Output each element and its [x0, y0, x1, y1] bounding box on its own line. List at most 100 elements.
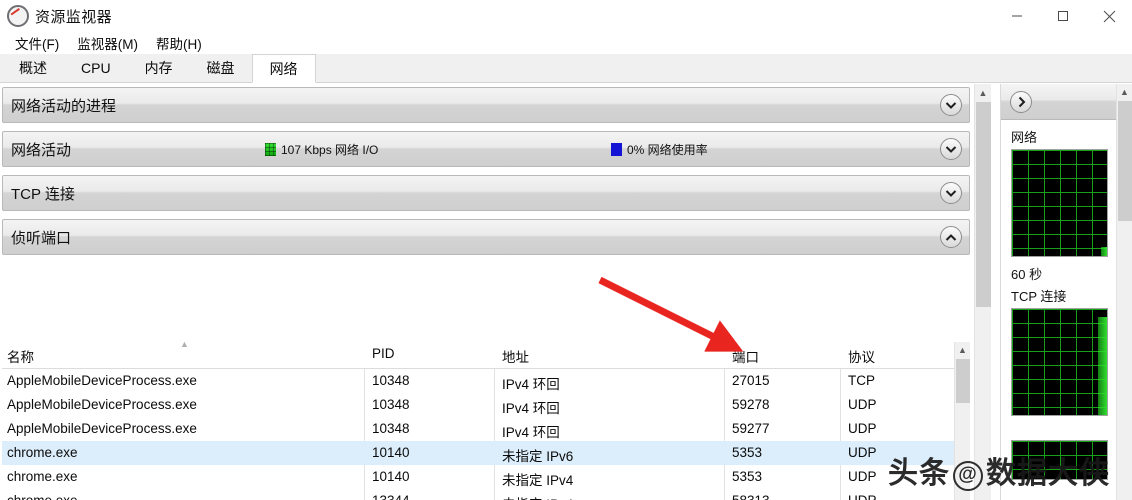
table-row[interactable]: chrome.exe 10140 未指定 IPv6 5353 UDP	[2, 441, 970, 465]
cell-name: chrome.exe	[7, 469, 78, 484]
table-row[interactable]: AppleMobileDeviceProcess.exe 10348 IPv4 …	[2, 417, 970, 441]
watermark-at-icon: @	[953, 461, 983, 491]
table-row[interactable]: chrome.exe 10140 未指定 IPv4 5353 UDP	[2, 465, 970, 489]
minimize-button[interactable]	[994, 0, 1040, 32]
cell-port: 5353	[732, 469, 763, 484]
content-vertical-scrollbar[interactable]: ▲	[974, 84, 991, 500]
section-title: 侦听端口	[11, 229, 72, 247]
network-graph	[1011, 149, 1108, 257]
cell-pid: 10348	[372, 373, 410, 388]
graph-plot-area	[1101, 247, 1107, 256]
cell-address: 未指定 IPv6	[502, 449, 574, 464]
section-tcp-connections[interactable]: TCP 连接	[2, 175, 970, 211]
column-header-name[interactable]: 名称	[7, 346, 34, 366]
cell-address: 未指定 IPv4	[502, 473, 574, 488]
chevron-down-icon[interactable]	[940, 138, 962, 160]
cell-protocol: UDP	[848, 445, 877, 460]
legend-network-io-label: 107 Kbps 网络 I/O	[281, 142, 379, 157]
legend-network-io: 107 Kbps 网络 I/O	[265, 141, 378, 158]
cell-address: 未指定 IPv4	[502, 493, 573, 500]
scrollbar-thumb[interactable]	[1118, 101, 1132, 221]
cell-protocol: UDP	[848, 469, 877, 484]
chevron-down-icon[interactable]	[940, 94, 962, 116]
graph-axis-label-60s: 60 秒	[1011, 267, 1043, 282]
scrollbar-thumb[interactable]	[956, 359, 970, 403]
cell-protocol: UDP	[848, 493, 877, 500]
tcp-connections-graph	[1011, 308, 1108, 416]
cell-name: AppleMobileDeviceProcess.exe	[7, 421, 197, 436]
table-row[interactable]: chrome.exe 13344 未指定 IPv4 58313 UDP	[2, 489, 970, 500]
column-header-address[interactable]: 地址	[502, 346, 529, 366]
section-network-activity[interactable]: 网络活动 107 Kbps 网络 I/O 0% 网络使用率	[2, 131, 970, 167]
tab-memory[interactable]: 内存	[128, 54, 190, 82]
cell-name: chrome.exe	[7, 493, 78, 500]
section-processes-with-network-activity[interactable]: 网络活动的进程	[2, 87, 970, 123]
sidebar-vertical-scrollbar[interactable]: ▲	[1116, 84, 1132, 500]
cell-name: AppleMobileDeviceProcess.exe	[7, 373, 197, 388]
menu-file[interactable]: 文件(F)	[6, 33, 68, 53]
scroll-up-icon[interactable]: ▲	[975, 84, 991, 101]
column-header-port[interactable]: 端口	[732, 346, 759, 366]
blue-swatch-icon	[611, 142, 622, 156]
cell-port: 59277	[732, 421, 770, 436]
table-header-row: ▲ 名称 PID 地址 端口 协议	[2, 342, 970, 369]
watermark-prefix: 头条	[888, 457, 950, 490]
tab-strip: 概述 CPU 内存 磁盘 网络	[0, 54, 1132, 83]
maximize-button[interactable]	[1040, 0, 1086, 32]
watermark: 头条 @ 数据大侠	[888, 448, 1110, 492]
watermark-suffix: 数据大侠	[986, 457, 1110, 490]
scroll-up-icon[interactable]: ▲	[955, 342, 970, 358]
cell-pid: 10348	[372, 397, 410, 412]
column-header-pid[interactable]: PID	[372, 346, 395, 361]
legend-network-utilization: 0% 网络使用率	[611, 141, 708, 158]
cell-pid: 10348	[372, 421, 410, 436]
section-listening-ports[interactable]: 侦听端口	[2, 219, 970, 255]
section-title: TCP 连接	[11, 185, 75, 203]
graph-grid-horizontal	[1012, 309, 1107, 415]
cell-address: IPv4 环回	[502, 377, 560, 392]
cell-address: IPv4 环回	[502, 425, 560, 440]
chevron-up-icon[interactable]	[940, 226, 962, 248]
chevron-down-icon[interactable]	[940, 182, 962, 204]
menu-monitor[interactable]: 监视器(M)	[68, 33, 147, 53]
window-controls	[994, 0, 1132, 32]
listening-ports-table: ▲ 名称 PID 地址 端口 协议 AppleMobileDeviceProce…	[2, 342, 970, 500]
graph-label-network: 网络	[1011, 130, 1038, 145]
green-swatch-icon	[265, 142, 276, 156]
cell-port: 27015	[732, 373, 770, 388]
cell-pid: 10140	[372, 445, 410, 460]
window-titlebar: 资源监视器	[0, 0, 1132, 32]
graph-grid-horizontal	[1012, 150, 1107, 256]
gauge-icon	[7, 5, 29, 27]
tab-network[interactable]: 网络	[251, 54, 316, 83]
tab-overview[interactable]: 概述	[2, 54, 64, 82]
cell-name: AppleMobileDeviceProcess.exe	[7, 397, 197, 412]
menu-help[interactable]: 帮助(H)	[147, 33, 211, 53]
graphs-sidebar: 网络 60 秒 TCP 连接	[1000, 84, 1117, 500]
scrollbar-thumb[interactable]	[976, 102, 991, 307]
cell-port: 59278	[732, 397, 770, 412]
graph-plot-area	[1098, 317, 1107, 415]
cell-address: IPv4 环回	[502, 401, 560, 416]
cell-port: 5353	[732, 445, 763, 460]
cell-name: chrome.exe	[7, 445, 78, 460]
cell-pid: 10140	[372, 469, 410, 484]
close-button[interactable]	[1086, 0, 1132, 32]
window-title: 资源监视器	[35, 8, 113, 26]
table-row[interactable]: AppleMobileDeviceProcess.exe 10348 IPv4 …	[2, 393, 970, 417]
table-row[interactable]: AppleMobileDeviceProcess.exe 10348 IPv4 …	[2, 369, 970, 393]
menubar: 文件(F) 监视器(M) 帮助(H)	[0, 32, 1132, 54]
sidebar-header	[1001, 84, 1117, 120]
tab-disk[interactable]: 磁盘	[190, 54, 252, 82]
scroll-up-icon[interactable]: ▲	[1117, 84, 1132, 100]
chevron-right-icon[interactable]	[1010, 91, 1032, 113]
network-panel: 网络活动的进程 网络活动 107 Kbps 网络 I/O 0% 网络使用率 TC…	[0, 84, 992, 500]
cell-protocol: UDP	[848, 397, 877, 412]
cell-protocol: UDP	[848, 421, 877, 436]
cell-protocol: TCP	[848, 373, 875, 388]
cell-port: 58313	[732, 493, 770, 500]
legend-network-utilization-label: 0% 网络使用率	[627, 142, 708, 157]
tab-cpu[interactable]: CPU	[64, 54, 128, 82]
column-header-protocol[interactable]: 协议	[848, 346, 875, 366]
sort-ascending-icon: ▲	[180, 342, 189, 349]
